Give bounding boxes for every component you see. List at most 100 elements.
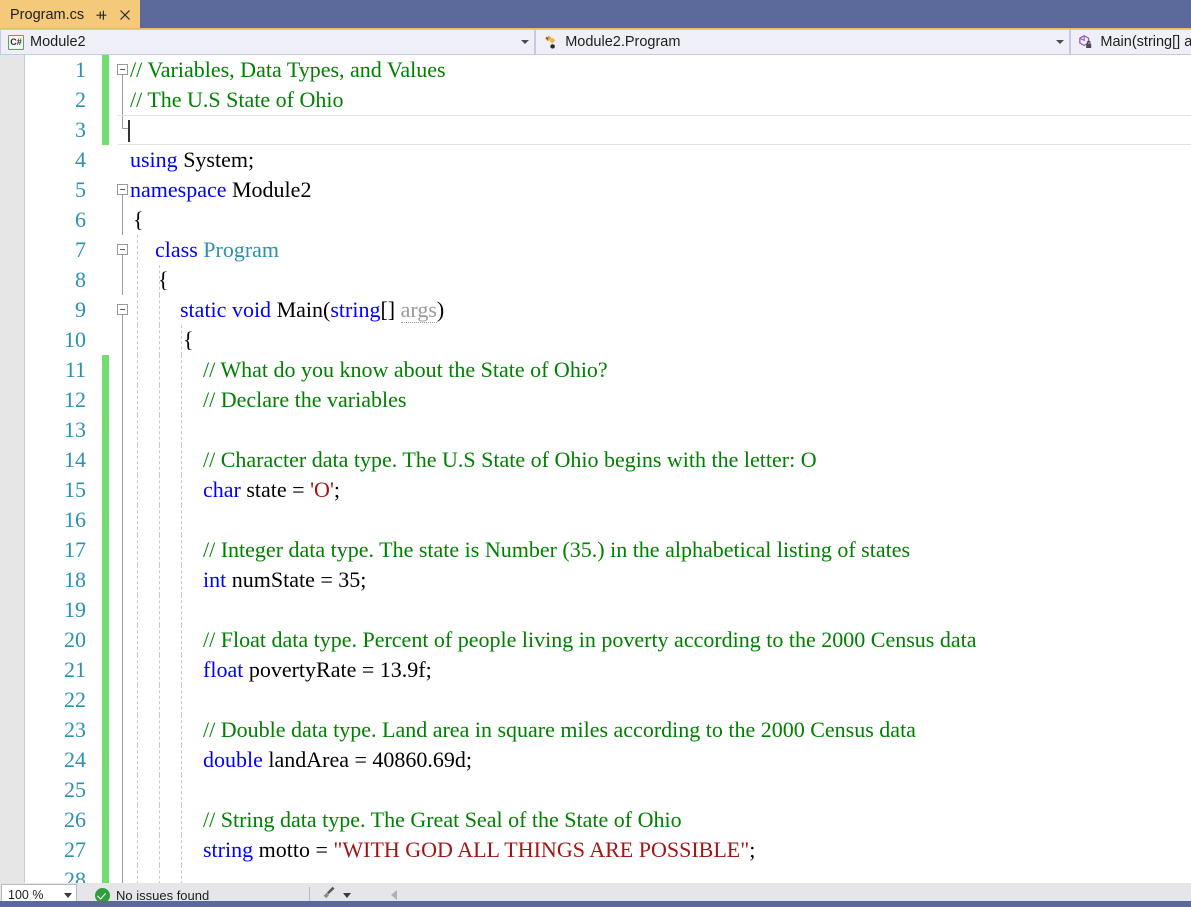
member-dropdown[interactable]: Main(string[] a — [1070, 29, 1191, 55]
outline-guide — [122, 865, 123, 883]
navigation-bar: C# Module2 Module2.Program Main(string[]… — [0, 28, 1191, 55]
code-line[interactable]: 2 // The U.S State of Ohio — [0, 85, 1191, 115]
indent-guide — [137, 385, 138, 415]
code-token: ; — [749, 837, 756, 862]
type-dropdown-value: Module2.Program — [565, 34, 681, 50]
indent-guide — [159, 745, 160, 775]
code-token: numState = — [226, 567, 339, 592]
code-token: ; — [425, 657, 432, 682]
line-number: 4 — [75, 147, 86, 172]
code-token: ; — [465, 747, 473, 772]
code-line[interactable]: 23 // Double data type. Land area in squa… — [0, 715, 1191, 745]
indent-guide — [159, 715, 160, 745]
code-line[interactable]: 6{ — [0, 205, 1191, 235]
code-line[interactable]: 9 static void Main(string[] args) — [0, 295, 1191, 325]
code-token: ; — [360, 567, 367, 592]
indent-guide — [181, 565, 182, 595]
code-line[interactable]: 11 // What do you know about the State of… — [0, 355, 1191, 385]
line-number: 7 — [75, 237, 86, 262]
outline-guide — [122, 805, 123, 835]
pin-icon[interactable] — [94, 7, 108, 23]
code-line[interactable]: 28 — [0, 865, 1191, 883]
close-icon[interactable] — [118, 7, 132, 23]
chevron-down-icon[interactable] — [64, 892, 72, 898]
outline-collapse-toggle[interactable] — [117, 184, 128, 195]
code-text: char state = 'O'; — [203, 475, 340, 505]
indent-guide — [181, 865, 182, 883]
triangle-left-icon[interactable] — [391, 890, 398, 900]
indent-guide — [159, 535, 160, 565]
change-indicator — [102, 85, 109, 115]
code-text: string motto = "WITH GOD ALL THINGS ARE … — [203, 835, 755, 865]
outline-collapse-toggle[interactable] — [117, 244, 128, 255]
code-line[interactable]: 1 // Variables, Data Types, and Values — [0, 55, 1191, 85]
code-line[interactable]: 5 namespace Module2 — [0, 175, 1191, 205]
code-token: string — [203, 837, 254, 862]
code-text: class Program — [155, 235, 279, 265]
code-token: // Declare the variables — [203, 387, 407, 412]
line-number: 23 — [64, 717, 86, 742]
method-private-icon — [1076, 32, 1096, 52]
indent-guide — [159, 355, 160, 385]
change-indicator — [102, 415, 109, 445]
code-text: // Character data type. The U.S State of… — [203, 445, 817, 475]
indent-guide — [159, 625, 160, 655]
code-line[interactable]: 12 // Declare the variables — [0, 385, 1191, 415]
outline-guide — [122, 385, 123, 415]
code-token: args — [400, 297, 437, 323]
outline-collapse-toggle[interactable] — [117, 64, 128, 75]
code-line[interactable]: 25 — [0, 775, 1191, 805]
code-line[interactable]: 19 — [0, 595, 1191, 625]
indent-guide — [137, 835, 138, 865]
change-indicator — [102, 475, 109, 505]
code-line[interactable]: 22 — [0, 685, 1191, 715]
csharp-file-icon: C# — [6, 32, 26, 52]
chevron-down-icon[interactable] — [343, 892, 352, 898]
change-indicator — [102, 565, 109, 595]
code-line[interactable]: 20 // Float data type. Percent of people … — [0, 625, 1191, 655]
code-line[interactable]: 24 double landArea = 40860.69d; — [0, 745, 1191, 775]
code-line[interactable]: 16 — [0, 505, 1191, 535]
code-line[interactable]: 4 using System; — [0, 145, 1191, 175]
code-token: landArea = — [262, 747, 373, 772]
line-number: 3 — [75, 117, 86, 142]
code-line[interactable]: 13 — [0, 415, 1191, 445]
code-token: // Variables, Data Types, and Values — [130, 57, 446, 82]
outline-guide — [122, 535, 123, 565]
chevron-down-icon[interactable] — [1051, 30, 1069, 54]
indent-guide — [137, 505, 138, 535]
change-indicator — [102, 535, 109, 565]
indent-guide — [137, 655, 138, 685]
indent-guide — [137, 685, 138, 715]
current-line-border — [118, 115, 1191, 116]
code-line[interactable]: 7 class Program — [0, 235, 1191, 265]
document-tab-program-cs[interactable]: Program.cs — [0, 0, 141, 28]
code-editor[interactable]: 1 // Variables, Data Types, and Values 2 //… — [0, 55, 1191, 883]
code-line[interactable]: 15 char state = 'O'; — [0, 475, 1191, 505]
type-dropdown[interactable]: Module2.Program — [535, 29, 1071, 55]
code-token: namespace — [130, 177, 227, 202]
change-indicator — [102, 445, 109, 475]
code-line[interactable]: 26 // String data type. The Great Seal of… — [0, 805, 1191, 835]
outline-guide — [122, 595, 123, 625]
code-line[interactable]: 21 float povertyRate = 13.9f; — [0, 655, 1191, 685]
indent-guide — [181, 595, 182, 625]
indent-guide — [159, 385, 160, 415]
code-text: { — [158, 265, 169, 295]
code-line[interactable]: 14 // Character data type. The U.S State … — [0, 445, 1191, 475]
code-line[interactable]: 17 // Integer data type. The state is Num… — [0, 535, 1191, 565]
code-token: using — [130, 147, 178, 172]
code-token: 'O' — [310, 477, 334, 502]
code-line[interactable]: 10 { — [0, 325, 1191, 355]
outline-collapse-toggle[interactable] — [117, 304, 128, 315]
code-line[interactable]: 8{ — [0, 265, 1191, 295]
outline-guide — [122, 255, 123, 265]
code-line[interactable]: 18 int numState = 35; — [0, 565, 1191, 595]
project-dropdown[interactable]: C# Module2 — [0, 29, 536, 55]
outline-guide — [122, 715, 123, 745]
code-line[interactable]: 27 string motto = "WITH GOD ALL THINGS AR… — [0, 835, 1191, 865]
change-indicator — [102, 655, 109, 685]
chevron-down-icon[interactable] — [516, 30, 534, 54]
indent-guide — [159, 835, 160, 865]
code-line[interactable]: 3 — [0, 115, 1191, 145]
